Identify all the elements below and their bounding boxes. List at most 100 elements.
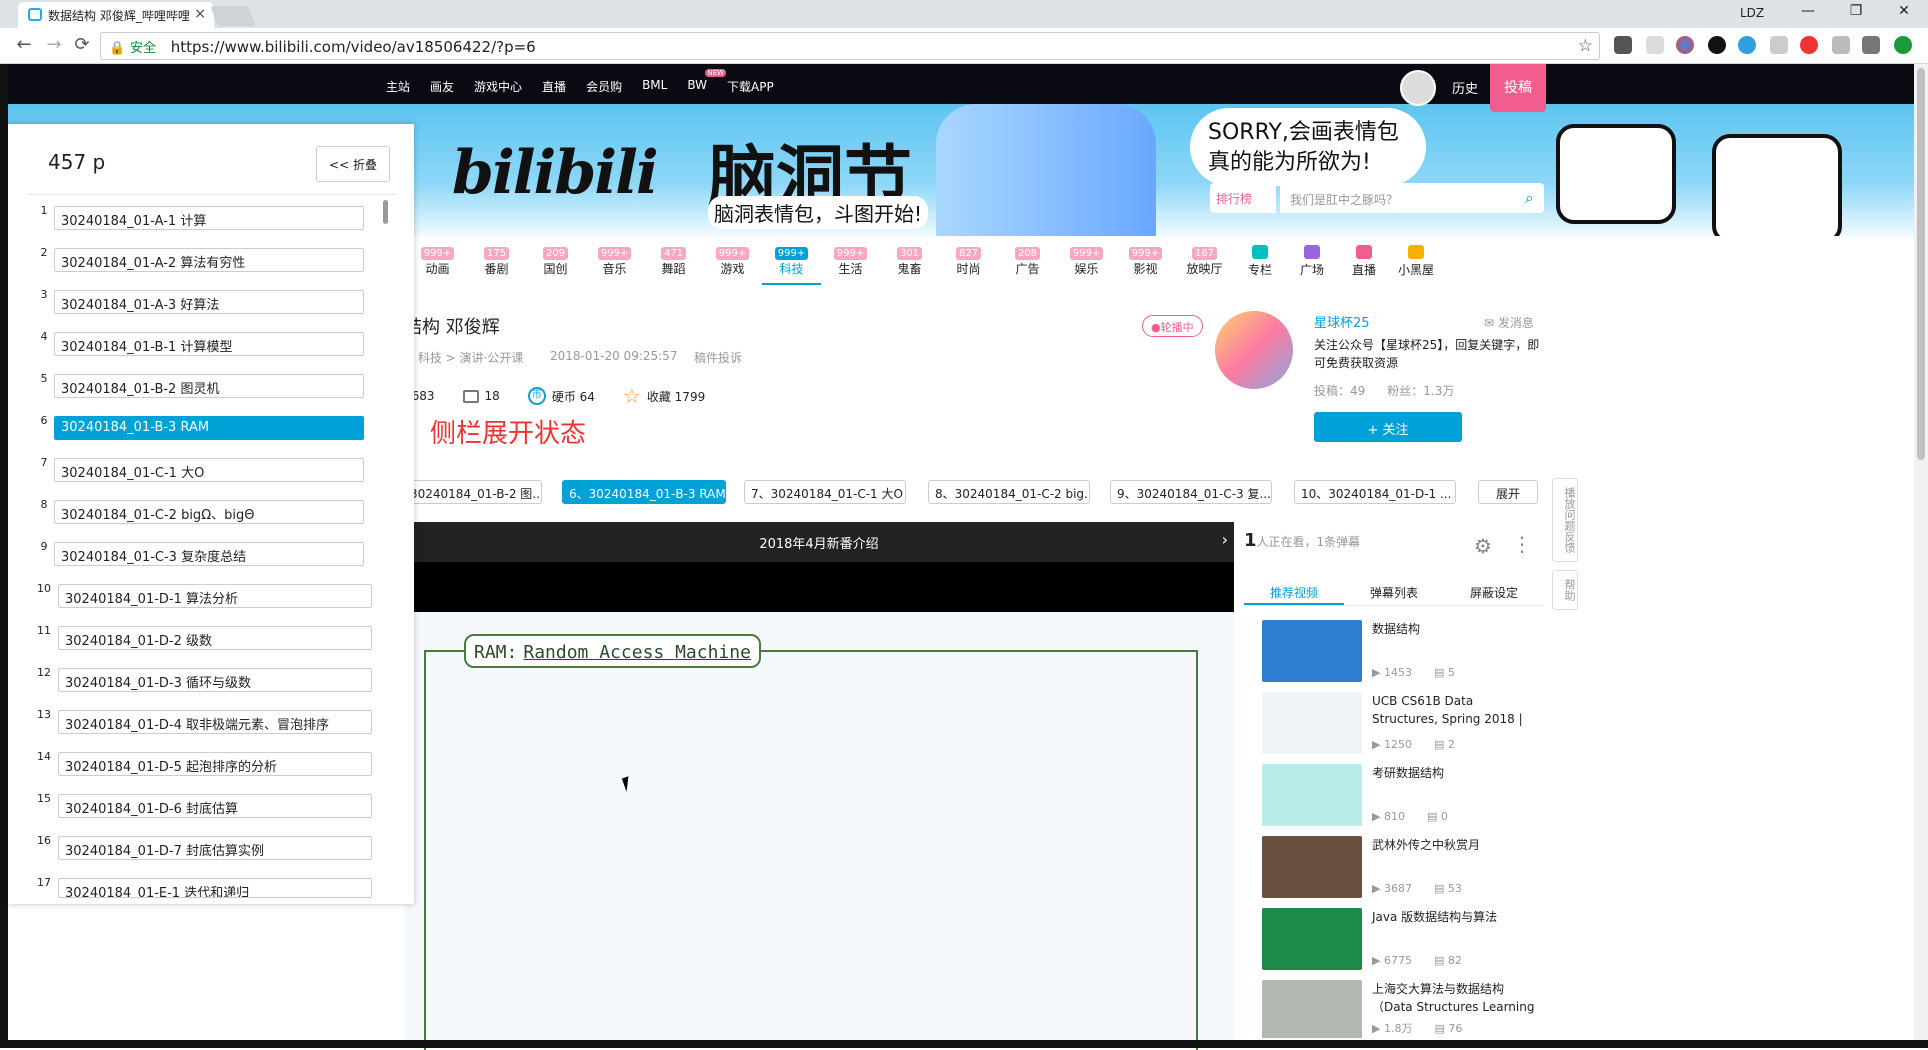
video-thumbnail[interactable]	[1262, 620, 1362, 682]
part-item[interactable]: 30240184_01-D-6 封底估算	[58, 794, 372, 818]
more-icon[interactable]: ⋮	[1512, 532, 1532, 556]
url-text[interactable]: https://www.bilibili.com/video/av1850642…	[171, 38, 536, 56]
record-extension-icon[interactable]	[1708, 36, 1726, 54]
category-item[interactable]: 999+ 生活	[821, 245, 880, 285]
category-item-live[interactable]: 直播	[1338, 245, 1390, 285]
coin-button[interactable]: 币硬币 64	[527, 387, 595, 405]
recommended-video[interactable]: UCB CS61B Data Structures, Spring 2018 |…	[1262, 692, 1542, 756]
part-item[interactable]: 30240184_01-C-2 bigΩ、bigΘ	[54, 500, 364, 524]
collapse-button[interactable]: << 折叠	[316, 146, 390, 182]
live-badge[interactable]: ●轮播中	[1142, 315, 1203, 337]
address-bar[interactable]: 🔒 安全 https://www.bilibili.com/video/av18…	[100, 32, 1600, 60]
feedback-button[interactable]: 播放问题反馈	[1552, 478, 1578, 562]
part-item[interactable]: 30240184_01-E-1 迭代和递归	[58, 878, 372, 898]
part-item[interactable]: 30240184_01-B-2 图灵机	[54, 374, 364, 398]
tab-recommended[interactable]: 推荐视频	[1244, 578, 1344, 605]
category-item[interactable]: 827 时尚	[939, 245, 998, 285]
breadcrumb[interactable]: > 科技 > 演讲·公开课	[404, 349, 523, 366]
part-item[interactable]: 30240184_01-A-1 计算	[54, 206, 364, 230]
reload-icon[interactable]: ⟳	[70, 34, 94, 55]
rec-title[interactable]: 数据结构	[1372, 620, 1542, 638]
video-thumbnail[interactable]	[1262, 836, 1362, 898]
favorite-button[interactable]: ☆ 收藏 1799	[623, 384, 705, 408]
category-item[interactable]: 208 广告	[998, 245, 1057, 285]
uploader-name[interactable]: 星球杯25	[1314, 312, 1370, 331]
category-item[interactable]: 999+ 音乐	[585, 245, 644, 285]
profile-badge[interactable]: LDZ	[1740, 6, 1764, 20]
part-item[interactable]: 30240184_01-D-7 封底估算实例	[58, 836, 372, 860]
video-thumbnail[interactable]	[1262, 692, 1362, 754]
shield-extension-icon[interactable]	[1738, 36, 1756, 54]
part-item[interactable]: 30240184_01-C-1 大O	[54, 458, 364, 482]
part-item[interactable]: 30240184_01-B-1 计算模型	[54, 332, 364, 356]
recommended-video[interactable]: Java 版数据结构与算法 ▶ 6775 ▤ 82	[1262, 908, 1542, 972]
part-item[interactable]: 30240184_01-D-2 级数	[58, 626, 372, 650]
rec-title[interactable]: 考研数据结构	[1372, 764, 1542, 782]
part-button[interactable]: 7、30240184_01-C-1 大O	[744, 480, 906, 504]
follow-button[interactable]: + 关注	[1314, 412, 1462, 442]
nav-item-main[interactable]: 主站	[386, 78, 410, 98]
power-extension-icon[interactable]	[1894, 36, 1912, 54]
new-tab-button[interactable]	[210, 6, 256, 26]
part-item[interactable]: 30240184_01-D-4 取非极端元素、冒泡排序	[58, 710, 372, 734]
category-item[interactable]: 167 放映厅	[1175, 245, 1234, 285]
chevron-right-icon[interactable]: ›	[1222, 530, 1228, 549]
scrollbar-thumb[interactable]	[383, 200, 388, 224]
back-icon[interactable]: ←	[12, 34, 36, 55]
rec-title[interactable]: Java 版数据结构与算法	[1372, 908, 1542, 926]
nav-item-huayou[interactable]: 画友	[430, 78, 454, 98]
rec-title[interactable]: 武林外传之中秋赏月	[1372, 836, 1542, 854]
expand-button[interactable]: 展开	[1478, 480, 1538, 504]
category-item[interactable]: 999+ 娱乐	[1057, 245, 1116, 285]
gear-icon[interactable]: ⚙	[1474, 534, 1492, 558]
pocket-extension-icon[interactable]	[1614, 36, 1632, 54]
category-item[interactable]: 471 舞蹈	[644, 245, 703, 285]
part-button[interactable]: 8、30240184_01-C-2 big...	[928, 480, 1090, 504]
category-item[interactable]: 301 鬼畜	[880, 245, 939, 285]
rank-button[interactable]: 排行榜	[1210, 183, 1276, 213]
report-link[interactable]: 稿件投诉	[694, 349, 742, 366]
video-thumbnail[interactable]	[1262, 908, 1362, 970]
nav-item-bw[interactable]: BW NEW	[687, 69, 726, 98]
nav-item-download-app[interactable]: 下载APP	[727, 78, 774, 98]
category-item-blackroom[interactable]: 小黑屋	[1390, 245, 1442, 285]
extension-icon[interactable]	[1770, 36, 1788, 54]
video-thumbnail[interactable]	[1262, 764, 1362, 826]
tab-block-settings[interactable]: 屏蔽设定	[1444, 578, 1544, 605]
alert-extension-icon[interactable]	[1800, 36, 1818, 54]
category-item[interactable]: 175 番剧	[467, 245, 526, 285]
extension-icon[interactable]	[1646, 36, 1664, 54]
search-icon[interactable]: ⌕	[1525, 188, 1534, 208]
rss-extension-icon[interactable]	[1832, 36, 1850, 54]
minimize-icon[interactable]: —	[1790, 3, 1826, 19]
category-item[interactable]: 209 国创	[526, 245, 585, 285]
recommended-video[interactable]: 上海交大算法与数据结构（Data Structures Learning ▶ 1…	[1262, 980, 1542, 1038]
part-button[interactable]: 9、30240184_01-C-3 复...	[1110, 480, 1272, 504]
part-item[interactable]: 30240184_01-D-3 循环与级数	[58, 668, 372, 692]
player-header-title[interactable]: 2018年4月新番介绍	[759, 537, 878, 552]
part-button[interactable]: 10、30240184_01-D-1 ...	[1294, 480, 1456, 504]
video-thumbnail[interactable]	[1262, 980, 1362, 1038]
recommended-video[interactable]: 武林外传之中秋赏月 ▶ 3687 ▤ 53	[1262, 836, 1542, 900]
history-link[interactable]: 历史	[1452, 78, 1478, 97]
category-item[interactable]: 999+ 动画	[408, 245, 467, 285]
part-button[interactable]: 30240184_01-B-2 图...	[404, 480, 542, 504]
category-item-column[interactable]: 专栏	[1234, 245, 1286, 285]
recommended-video[interactable]: 数据结构 ▶ 1453 ▤ 5	[1262, 620, 1542, 684]
user-avatar[interactable]	[1400, 70, 1436, 106]
part-item[interactable]: 30240184_01-D-1 算法分析	[58, 584, 372, 608]
search-input[interactable]: 我们是肛中之豚吗？ ⌕	[1280, 183, 1544, 213]
category-item[interactable]: 999+ 影视	[1116, 245, 1175, 285]
help-button[interactable]: 帮助	[1552, 570, 1578, 610]
part-item[interactable]: 30240184_01-D-5 起泡排序的分析	[58, 752, 372, 776]
rec-title[interactable]: UCB CS61B Data Structures, Spring 2018 |	[1372, 692, 1542, 728]
part-item[interactable]: 30240184_01-A-2 算法有穷性	[54, 248, 364, 272]
chrome-extension-icon[interactable]	[1676, 36, 1694, 54]
nav-item-bml[interactable]: BML	[642, 78, 667, 98]
browser-tab[interactable]: 数据结构 邓俊辉_哔哩哔哩 ×	[18, 2, 214, 28]
close-window-icon[interactable]: ✕	[1886, 3, 1922, 19]
category-item-square[interactable]: 广场	[1286, 245, 1338, 285]
forward-icon[interactable]: →	[42, 34, 66, 55]
part-button-active[interactable]: 6、30240184_01-B-3 RAM	[562, 480, 726, 504]
uploader-avatar[interactable]	[1212, 308, 1296, 392]
